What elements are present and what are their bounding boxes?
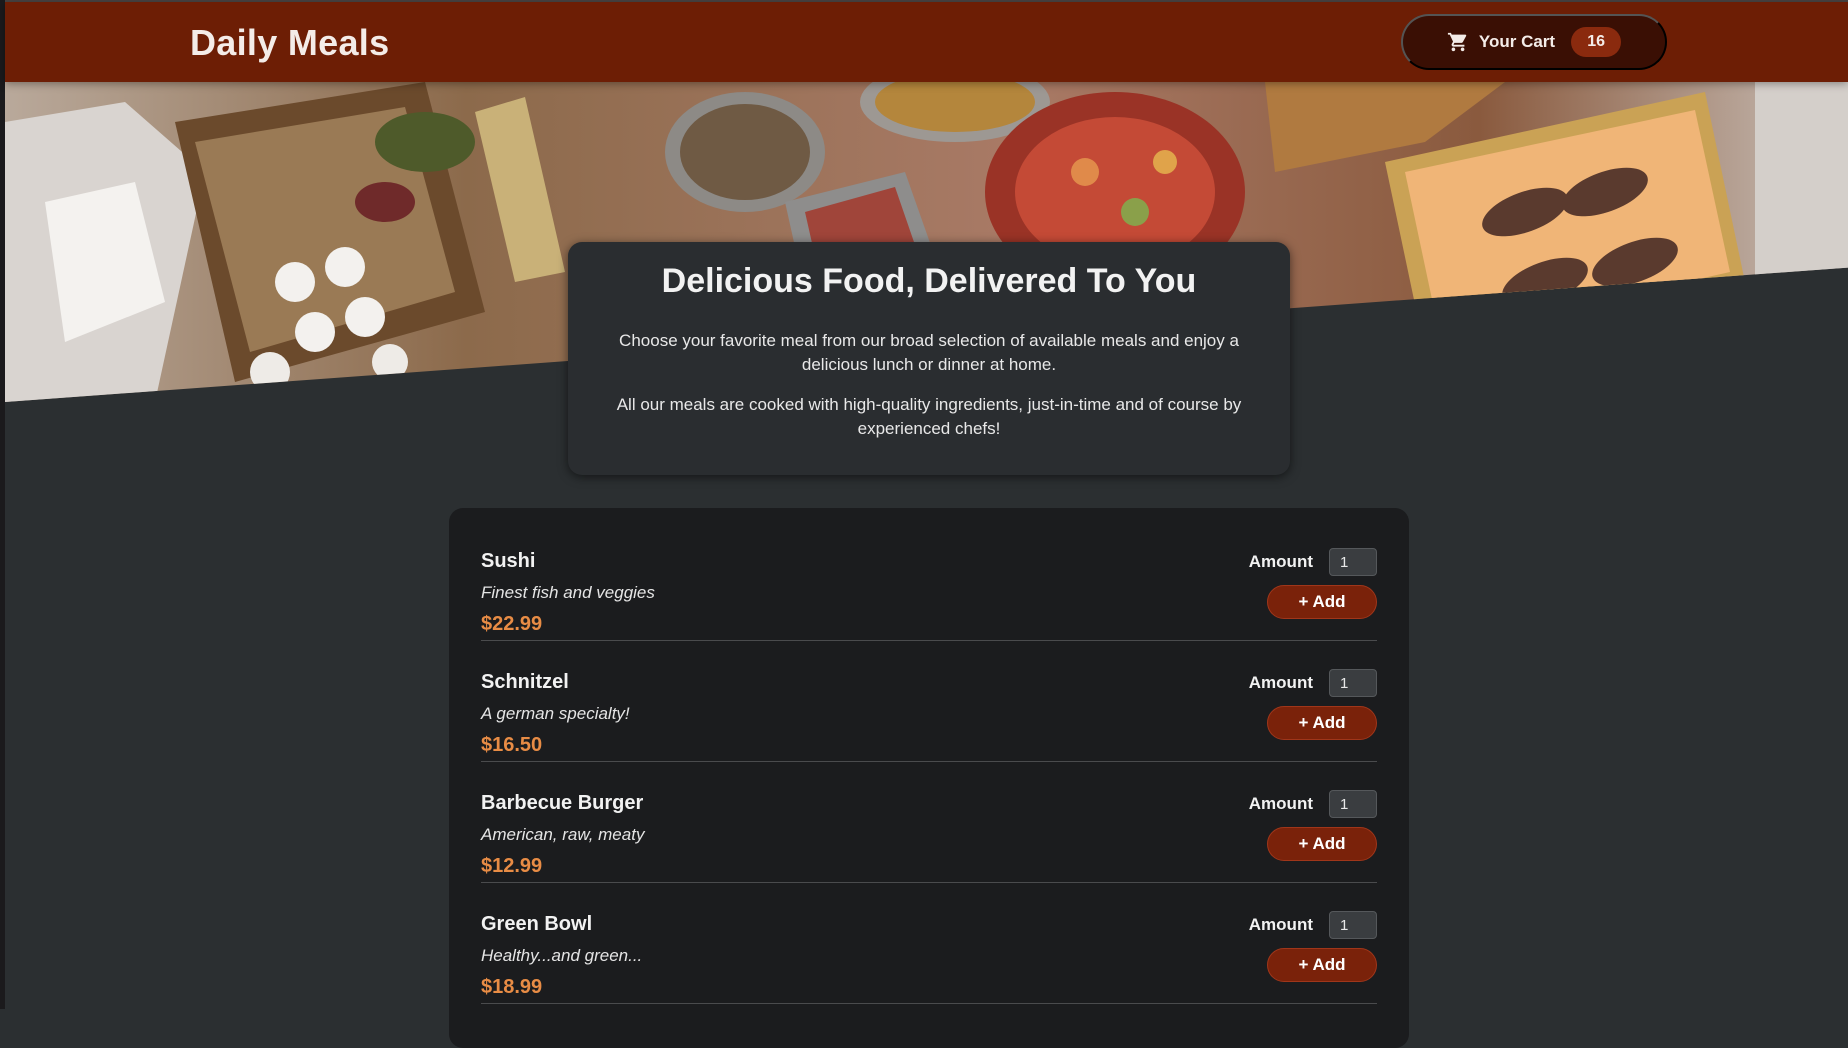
- add-to-cart-button[interactable]: + Add: [1267, 706, 1377, 740]
- amount-input[interactable]: [1329, 548, 1377, 576]
- cart-button[interactable]: Your Cart 16: [1401, 14, 1667, 70]
- amount-row: Amount: [1227, 669, 1377, 697]
- meal-form: Amount + Add: [1227, 911, 1377, 982]
- summary-heading: Delicious Food, Delivered To You: [661, 262, 1197, 300]
- amount-input[interactable]: [1329, 669, 1377, 697]
- amount-input[interactable]: [1329, 911, 1377, 939]
- meal-form: Amount + Add: [1227, 669, 1377, 740]
- amount-label: Amount: [1248, 794, 1313, 813]
- amount-input[interactable]: [1329, 790, 1377, 818]
- meal-item: Green Bowl Healthy...and green... $18.99…: [481, 883, 1377, 1004]
- amount-label: Amount: [1248, 673, 1313, 692]
- add-to-cart-button[interactable]: + Add: [1267, 827, 1377, 861]
- amount-row: Amount: [1227, 911, 1377, 939]
- app-title: Daily Meals: [190, 22, 390, 63]
- amount-label: Amount: [1248, 552, 1313, 571]
- summary-paragraph-2: All our meals are cooked with high-quali…: [616, 395, 1242, 438]
- meal-item: Barbecue Burger American, raw, meaty $12…: [481, 762, 1377, 883]
- add-to-cart-button[interactable]: + Add: [1267, 948, 1377, 982]
- add-to-cart-button[interactable]: + Add: [1267, 585, 1377, 619]
- summary-paragraph-1: Choose your favorite meal from our broad…: [619, 331, 1239, 374]
- meal-form: Amount + Add: [1227, 548, 1377, 619]
- app-header: Daily Meals Your Cart 16: [5, 2, 1848, 82]
- summary-card: Delicious Food, Delivered To You Choose …: [568, 242, 1290, 475]
- cart-count-badge: 16: [1571, 27, 1622, 57]
- cart-label: Your Cart: [1478, 32, 1556, 51]
- meal-form: Amount + Add: [1227, 790, 1377, 861]
- amount-row: Amount: [1227, 548, 1377, 576]
- window-left-border: [0, 0, 5, 1009]
- cart-icon: [1447, 31, 1469, 53]
- app-frame: Daily Meals Your Cart 16 Delicious Food,…: [0, 0, 1848, 1048]
- meal-item: Schnitzel A german specialty! $16.50 Amo…: [481, 641, 1377, 762]
- meal-item: Sushi Finest fish and veggies $22.99 Amo…: [481, 520, 1377, 641]
- amount-row: Amount: [1227, 790, 1377, 818]
- meals-list: Sushi Finest fish and veggies $22.99 Amo…: [449, 508, 1409, 1048]
- amount-label: Amount: [1248, 915, 1313, 934]
